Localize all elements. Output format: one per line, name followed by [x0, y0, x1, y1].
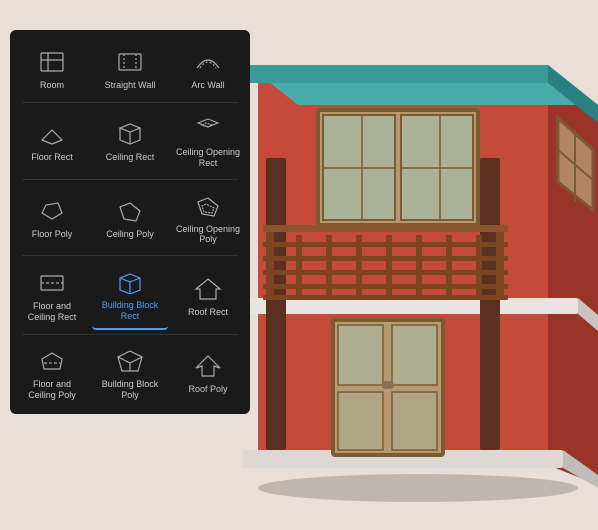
floor-poly-label: Floor Poly — [32, 229, 73, 240]
toolbar-item-ceiling-poly[interactable]: Ceiling Poly — [92, 184, 168, 252]
toolbar-item-roof-poly[interactable]: Roof Poly — [170, 339, 246, 407]
toolbar-item-floor-poly[interactable]: Floor Poly — [14, 184, 90, 252]
toolbar-panel: Room Straight Wall Arc Wall Floor Rect — [10, 30, 250, 414]
floor-ceiling-poly-label: Floor and Ceiling Poly — [18, 379, 86, 401]
toolbar-item-straight-wall[interactable]: Straight Wall — [92, 38, 168, 98]
toolbar-item-ceiling-opening-rect[interactable]: Ceiling Opening Rect — [170, 107, 246, 175]
ceiling-opening-rect-label: Ceiling Opening Rect — [174, 147, 242, 169]
toolbar-item-ceiling-rect[interactable]: Ceiling Rect — [92, 107, 168, 175]
divider-1 — [22, 102, 238, 103]
roof-rect-icon — [192, 275, 224, 303]
roof-poly-icon — [192, 352, 224, 380]
toolbar-item-arc-wall[interactable]: Arc Wall — [170, 38, 246, 98]
toolbar-item-ceiling-opening-poly[interactable]: Ceiling Opening Poly — [170, 184, 246, 252]
divider-2 — [22, 179, 238, 180]
toolbar-item-floor-ceiling-poly[interactable]: Floor and Ceiling Poly — [14, 339, 90, 407]
straight-wall-icon — [114, 48, 146, 76]
ceiling-rect-icon — [114, 120, 146, 148]
ceiling-opening-poly-label: Ceiling Opening Poly — [174, 224, 242, 246]
ceiling-poly-icon — [114, 197, 146, 225]
toolbar-item-building-block-rect[interactable]: Building Block Rect — [92, 260, 168, 330]
divider-3 — [22, 255, 238, 256]
building-block-rect-icon — [114, 268, 146, 296]
toolbar-item-floor-ceiling-rect[interactable]: Floor and Ceiling Rect — [14, 260, 90, 330]
floor-ceiling-poly-icon — [36, 347, 68, 375]
toolbar-item-floor-rect[interactable]: Floor Rect — [14, 107, 90, 175]
building-scene — [218, 20, 598, 510]
toolbar-item-building-block-poly[interactable]: Building Block Poly — [92, 339, 168, 407]
arc-wall-label: Arc Wall — [191, 80, 224, 91]
floor-ceiling-rect-icon — [36, 269, 68, 297]
building-block-poly-label: Building Block Poly — [96, 379, 164, 401]
arc-wall-icon — [192, 48, 224, 76]
straight-wall-label: Straight Wall — [105, 80, 156, 91]
toolbar-grid: Room Straight Wall Arc Wall Floor Rect — [14, 38, 246, 406]
building-block-rect-label: Building Block Rect — [96, 300, 164, 322]
roof-rect-label: Roof Rect — [188, 307, 228, 318]
toolbar-item-roof-rect[interactable]: Roof Rect — [170, 260, 246, 330]
room-icon — [36, 48, 68, 76]
room-label: Room — [40, 80, 64, 91]
ceiling-poly-label: Ceiling Poly — [106, 229, 154, 240]
roof-poly-label: Roof Poly — [188, 384, 227, 395]
building-svg — [218, 20, 598, 510]
ceiling-opening-rect-icon — [192, 115, 224, 143]
toolbar-item-room[interactable]: Room — [14, 38, 90, 98]
divider-4 — [22, 334, 238, 335]
building-block-poly-icon — [114, 347, 146, 375]
floor-rect-label: Floor Rect — [31, 152, 73, 163]
floor-poly-icon — [36, 197, 68, 225]
floor-ceiling-rect-label: Floor and Ceiling Rect — [18, 301, 86, 323]
ceiling-opening-poly-icon — [192, 192, 224, 220]
floor-rect-icon — [36, 120, 68, 148]
ceiling-rect-label: Ceiling Rect — [106, 152, 155, 163]
